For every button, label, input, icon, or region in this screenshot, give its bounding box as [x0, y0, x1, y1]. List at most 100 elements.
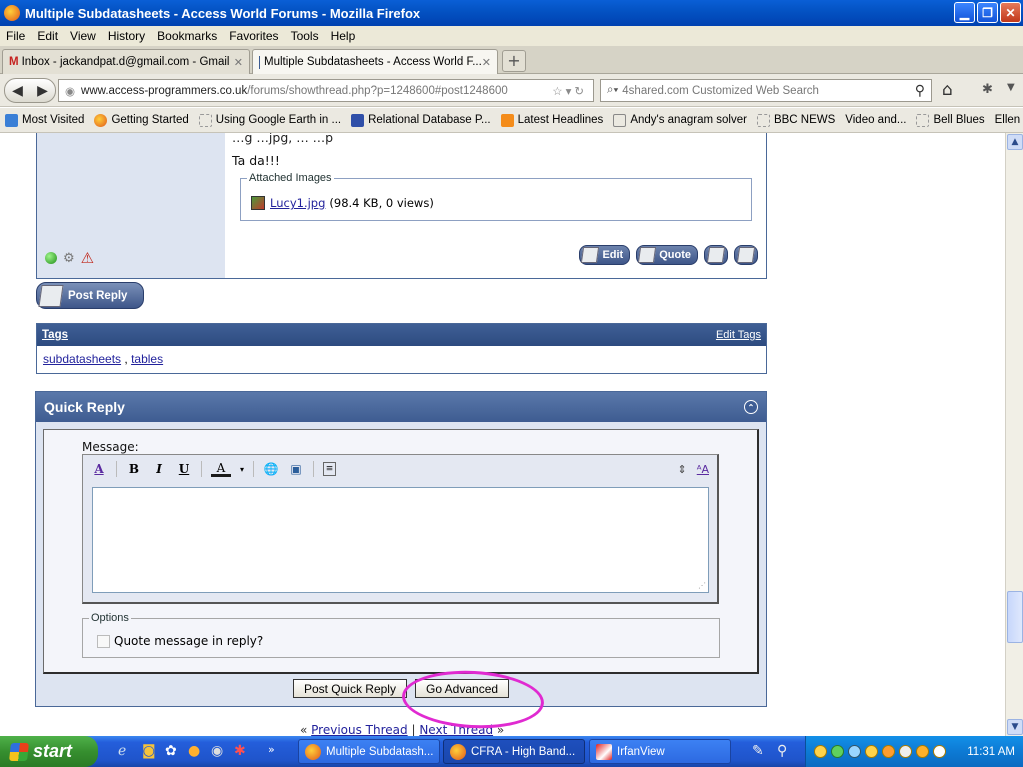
post-reply-button[interactable]: Post Reply: [36, 282, 144, 309]
message-textarea[interactable]: ⋰: [92, 487, 709, 593]
minimize-button[interactable]: ▁: [954, 2, 975, 23]
extension-icon[interactable]: ✱: [982, 82, 993, 97]
quicklaunch-icon[interactable]: ◉: [211, 743, 223, 759]
menu-bookmarks[interactable]: Bookmarks: [151, 29, 223, 43]
ie-icon[interactable]: ℯ: [118, 743, 126, 759]
firefox-icon[interactable]: ●: [188, 743, 200, 759]
options-legend: Options: [91, 612, 129, 624]
post-quick-reply-button[interactable]: Post Quick Reply: [292, 679, 407, 698]
quick-reply-panel: Quick Reply ⌃ Message: A B I U A ▾ 🌐 ▣ ≡…: [35, 391, 767, 707]
tray-icon[interactable]: [865, 745, 878, 758]
message-label: Message:: [82, 440, 139, 454]
restore-button[interactable]: ❐: [977, 2, 998, 23]
outlook-icon[interactable]: ◙: [142, 743, 156, 759]
report-post-icon[interactable]: ⚠: [81, 249, 94, 267]
attachment-link[interactable]: Lucy1.jpg: [270, 196, 325, 210]
forward-arrow-icon[interactable]: ▶: [37, 83, 48, 99]
menu-help[interactable]: Help: [325, 29, 362, 43]
quote-icon: [638, 247, 657, 263]
quick-reply-button[interactable]: [734, 245, 758, 265]
wrap-quote-icon[interactable]: ≡: [323, 462, 337, 476]
edit-tags-link[interactable]: Edit Tags: [716, 329, 761, 341]
usb-icon[interactable]: ⚲: [777, 743, 787, 759]
bookmark-google-earth[interactable]: Using Google Earth in ...: [194, 113, 346, 127]
bookmark-bbc-news[interactable]: BBC NEWS: [752, 113, 840, 127]
search-engine-icon[interactable]: ⌕▾: [607, 84, 618, 97]
ip-icon[interactable]: ⚙: [63, 251, 75, 266]
menu-edit[interactable]: Edit: [31, 29, 64, 43]
search-bar[interactable]: ⌕▾ 4shared.com Customized Web Search ⚲: [600, 79, 932, 102]
tray-icon[interactable]: [933, 745, 946, 758]
scroll-up-icon[interactable]: ▲: [1007, 134, 1023, 150]
quicklaunch-overflow-icon[interactable]: »: [268, 743, 275, 756]
resize-editor-icon[interactable]: ⇕: [678, 463, 687, 476]
search-icon[interactable]: ⚲: [915, 82, 925, 99]
edit-button[interactable]: Edit: [579, 245, 631, 265]
bookmark-bell-blues[interactable]: Bell Blues: [911, 113, 989, 127]
bookmark-star-icon[interactable]: ☆▾↻: [552, 84, 587, 98]
home-icon[interactable]: ⌂: [942, 80, 953, 100]
page-icon: [756, 113, 770, 127]
tray-icon[interactable]: [848, 745, 861, 758]
underline-icon[interactable]: U: [176, 461, 192, 477]
clock[interactable]: 11:31 AM: [967, 746, 1015, 758]
tags-title[interactable]: Tags: [42, 329, 68, 341]
bookmark-ellen-rose[interactable]: Ellen Rose...: [990, 114, 1023, 126]
tab-access-world[interactable]: Multiple Subdatasheets - Access World F.…: [252, 49, 498, 74]
collapse-icon[interactable]: ⌃: [744, 400, 758, 414]
italic-icon[interactable]: I: [151, 461, 167, 477]
tag-link[interactable]: subdatasheets: [43, 352, 121, 366]
taskbar-button-firefox[interactable]: Multiple Subdatash...: [298, 739, 440, 764]
quicklaunch-icon[interactable]: ✿: [165, 743, 177, 759]
switch-editor-mode-icon[interactable]: ᴬA: [697, 463, 709, 476]
tray-icon[interactable]: [916, 745, 929, 758]
menu-view[interactable]: View: [64, 29, 102, 43]
font-color-icon[interactable]: A: [211, 461, 231, 477]
remove-format-icon[interactable]: A: [91, 461, 107, 477]
bookmark-relational-db[interactable]: Relational Database P...: [346, 113, 496, 127]
tab-close-icon[interactable]: ✕: [234, 56, 243, 69]
attached-images-legend: Attached Images: [249, 172, 332, 184]
bookmark-most-visited[interactable]: Most Visited: [0, 113, 89, 127]
quote-message-checkbox[interactable]: [97, 634, 110, 648]
insert-link-icon[interactable]: 🌐: [263, 461, 279, 477]
irfanview-icon[interactable]: ✱: [234, 743, 246, 759]
menu-history[interactable]: History: [102, 29, 151, 43]
bookmark-video[interactable]: Video and...: [840, 114, 911, 126]
tray-icon[interactable]: [831, 745, 844, 758]
multi-quote-button[interactable]: [704, 245, 728, 265]
bookmarks-toolbar: Most Visited Getting Started Using Googl…: [0, 108, 1023, 133]
tag-link[interactable]: tables: [131, 352, 163, 366]
tray-icon[interactable]: [814, 745, 827, 758]
insert-image-icon[interactable]: ▣: [288, 461, 304, 477]
pen-tool-icon[interactable]: ✎: [752, 743, 764, 759]
scroll-down-icon[interactable]: ▼: [1007, 719, 1023, 735]
vertical-scrollbar[interactable]: ▲ ▼: [1005, 133, 1023, 736]
menu-favorites[interactable]: Favorites: [223, 29, 284, 43]
taskbar-button-cfra[interactable]: CFRA - High Band...: [443, 739, 585, 764]
tab-gmail[interactable]: M Inbox - jackandpat.d@gmail.com - Gmail…: [2, 49, 250, 74]
bold-icon[interactable]: B: [126, 461, 142, 477]
firefox-icon: [4, 5, 20, 21]
bookmark-getting-started[interactable]: Getting Started: [89, 113, 193, 127]
previous-thread-link[interactable]: Previous Thread: [311, 723, 408, 736]
chevron-down-icon[interactable]: ▼: [1007, 82, 1015, 93]
menu-file[interactable]: File: [0, 29, 31, 43]
quote-button[interactable]: Quote: [636, 245, 698, 265]
resize-grip-icon[interactable]: ⋰: [698, 581, 706, 590]
tray-icon[interactable]: [899, 745, 912, 758]
bookmark-latest-headlines[interactable]: Latest Headlines: [496, 113, 609, 127]
scrollbar-thumb[interactable]: [1007, 591, 1023, 643]
back-arrow-icon[interactable]: ◀: [12, 83, 23, 99]
tray-icon[interactable]: [882, 745, 895, 758]
new-tab-button[interactable]: +: [502, 50, 526, 72]
chevron-down-icon[interactable]: ▾: [240, 465, 244, 474]
close-button[interactable]: ✕: [1000, 2, 1021, 23]
taskbar-button-irfanview[interactable]: IrfanView: [589, 739, 731, 764]
url-bar[interactable]: ◉ www.access-programmers.co.uk /forums/s…: [58, 79, 594, 102]
site-identity-icon[interactable]: ◉: [65, 84, 75, 98]
start-button[interactable]: start: [0, 736, 98, 767]
tab-close-icon[interactable]: ✕: [482, 56, 491, 69]
bookmark-anagram-solver[interactable]: Andy's anagram solver: [608, 113, 752, 127]
menu-tools[interactable]: Tools: [285, 29, 325, 43]
